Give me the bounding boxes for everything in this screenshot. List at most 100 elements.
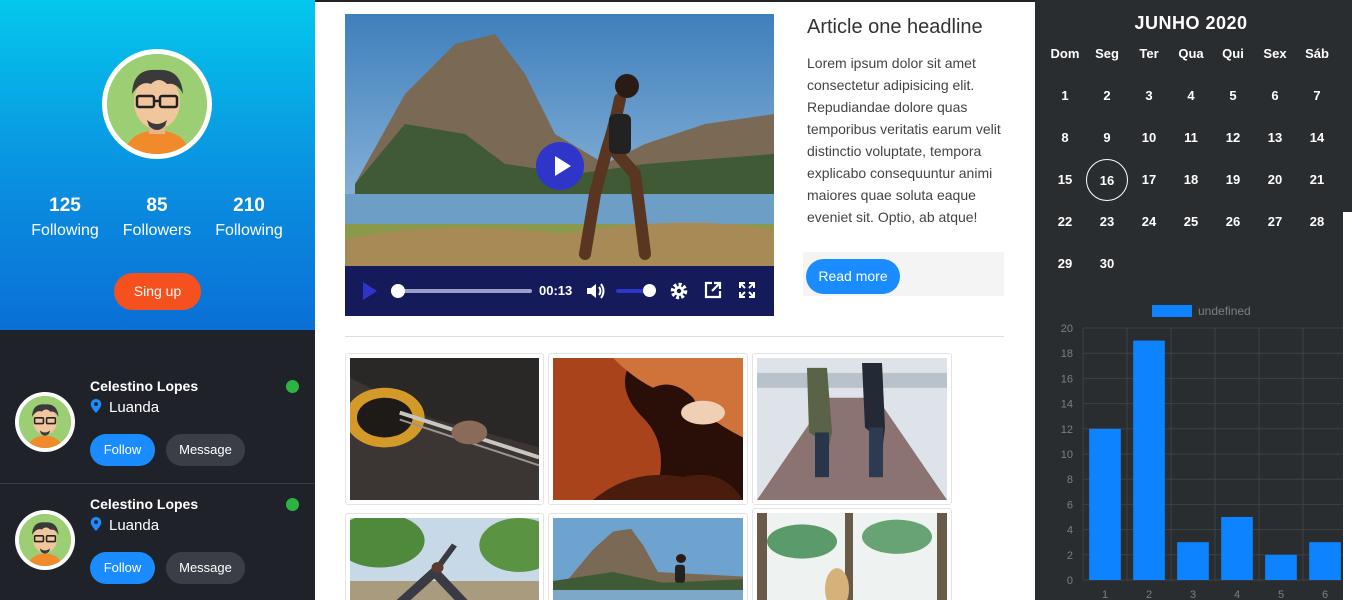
article-body: Lorem ipsum dolor sit amet consectetur a… [807, 55, 1001, 225]
calendar-day[interactable]: 21 [1296, 159, 1338, 201]
person-name[interactable]: Celestino Lopes [90, 496, 198, 512]
stat-label: Following [215, 222, 283, 239]
message-button[interactable]: Message [166, 434, 245, 466]
y-tick-label: 2 [1067, 550, 1073, 562]
calendar-day[interactable]: 24 [1128, 201, 1170, 243]
x-tick-label: 2 [1146, 589, 1152, 600]
video-play-overlay-button[interactable] [536, 142, 584, 190]
person-location: Luanda [90, 517, 159, 534]
calendar-day[interactable]: 23 [1086, 201, 1128, 243]
video-controls: 00:13 [345, 266, 774, 316]
legend-swatch[interactable] [1152, 305, 1192, 317]
popout-icon[interactable] [704, 281, 722, 299]
calendar-day[interactable]: 29 [1044, 243, 1086, 285]
message-button[interactable]: Message [166, 552, 245, 584]
calendar-day[interactable]: 27 [1254, 201, 1296, 243]
video-progress-track[interactable] [397, 289, 532, 293]
video-poster [345, 14, 774, 266]
chart-bar [1221, 517, 1253, 580]
video-time: 00:13 [539, 283, 573, 298]
read-more-button[interactable]: Read more [806, 259, 900, 294]
calendar-weekday: Dom [1050, 46, 1080, 61]
calendar-day[interactable]: 7 [1296, 75, 1338, 117]
calendar-day[interactable]: 19 [1212, 159, 1254, 201]
play-icon [555, 156, 571, 176]
calendar-day[interactable]: 8 [1044, 117, 1086, 159]
calendar-day[interactable]: 14 [1296, 117, 1338, 159]
section-divider [345, 336, 1004, 337]
calendar-weekday: Sex [1263, 46, 1287, 61]
calendar-day[interactable]: 10 [1128, 117, 1170, 159]
stat-value: 210 [233, 195, 265, 216]
right-sidebar: JUNHO 2020 Dom Seg Ter Qua Qui Sex Sáb 1234567… [1035, 0, 1352, 600]
page-edge [1343, 212, 1352, 600]
calendar-day[interactable]: 18 [1170, 159, 1212, 201]
legend-label[interactable]: undefined [1198, 304, 1251, 318]
fullscreen-icon[interactable] [738, 281, 756, 299]
calendar-day[interactable]: 12 [1212, 117, 1254, 159]
location-pin-icon [90, 517, 102, 531]
calendar-day[interactable]: 9 [1086, 117, 1128, 159]
person-card: Celestino Lopes Luanda Follow Message [0, 366, 315, 484]
calendar-day[interactable]: 30 [1086, 243, 1128, 285]
play-icon[interactable] [361, 281, 379, 301]
calendar-day[interactable]: 26 [1212, 201, 1254, 243]
y-tick-label: 6 [1067, 499, 1073, 511]
canyon-image [553, 358, 743, 500]
chart-bar [1309, 542, 1341, 580]
online-status-dot [286, 498, 299, 511]
y-tick-label: 12 [1061, 424, 1073, 436]
gallery-image[interactable] [548, 513, 748, 600]
calendar-day[interactable]: 15 [1044, 159, 1086, 201]
page: 125 Following 85 Followers 210 Following… [0, 0, 1352, 600]
x-tick-label: 3 [1190, 589, 1196, 600]
gallery-image[interactable] [345, 513, 544, 600]
calendar-day[interactable]: 1 [1044, 75, 1086, 117]
y-tick-label: 20 [1061, 323, 1073, 335]
video-player[interactable]: 00:13 [345, 14, 774, 316]
follow-button[interactable]: Follow [90, 434, 155, 466]
y-tick-label: 14 [1061, 399, 1073, 411]
left-sidebar: 125 Following 85 Followers 210 Following… [0, 0, 315, 600]
calendar-day[interactable]: 3 [1128, 75, 1170, 117]
profile-card: 125 Following 85 Followers 210 Following… [0, 0, 315, 330]
calendar-day[interactable]: 20 [1254, 159, 1296, 201]
chart-bar [1089, 428, 1121, 580]
follow-button[interactable]: Follow [90, 552, 155, 584]
window-with-palms-image [757, 513, 947, 600]
y-tick-label: 18 [1061, 348, 1073, 360]
calendar-day[interactable]: 2 [1086, 75, 1128, 117]
gallery-image[interactable] [548, 353, 748, 505]
chart-bar [1265, 554, 1297, 580]
volume-icon[interactable] [585, 281, 605, 301]
calendar-day[interactable]: 11 [1170, 117, 1212, 159]
gallery-image[interactable] [752, 353, 952, 505]
profile-avatar [102, 49, 212, 159]
person-city: Luanda [109, 517, 160, 534]
calendar-day[interactable]: 28 [1296, 201, 1338, 243]
gallery-image[interactable] [345, 353, 544, 505]
gallery-image[interactable] [752, 508, 952, 600]
signup-button[interactable]: Sing up [114, 273, 201, 310]
calendar-day[interactable]: 4 [1170, 75, 1212, 117]
calendar-day[interactable]: 17 [1128, 159, 1170, 201]
chart-bar [1133, 340, 1165, 580]
x-tick-label: 5 [1278, 589, 1284, 600]
volume-slider-handle[interactable] [643, 284, 656, 297]
yoga-in-park-image [346, 514, 543, 600]
location-pin-icon [90, 399, 102, 413]
article-headline: Article one headline [807, 16, 983, 38]
video-progress-handle[interactable] [391, 284, 405, 298]
calendar-day[interactable]: 25 [1170, 201, 1212, 243]
settings-gear-icon[interactable] [669, 281, 689, 301]
person-name[interactable]: Celestino Lopes [90, 378, 198, 394]
calendar-weekday: Ter [1139, 46, 1159, 61]
person-city: Luanda [109, 399, 160, 416]
y-tick-label: 0 [1067, 575, 1073, 587]
calendar-day[interactable]: 13 [1254, 117, 1296, 159]
calendar-day-selected[interactable]: 16 [1086, 159, 1128, 201]
calendar-day[interactable]: 5 [1212, 75, 1254, 117]
calendar-day[interactable]: 22 [1044, 201, 1086, 243]
calendar-day[interactable]: 6 [1254, 75, 1296, 117]
person-avatar [15, 392, 75, 452]
